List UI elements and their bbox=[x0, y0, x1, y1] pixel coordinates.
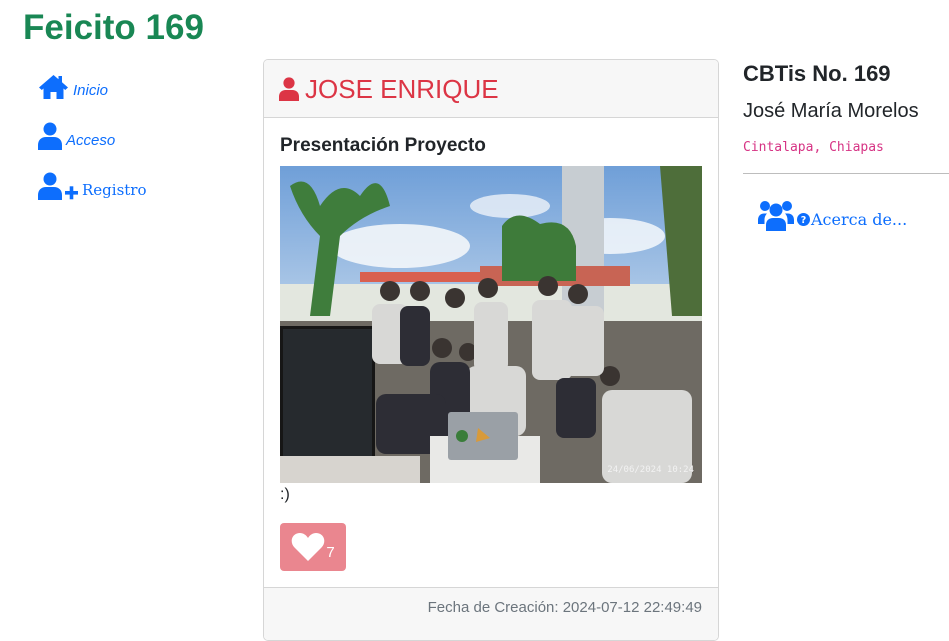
post-caption: :) bbox=[280, 486, 290, 503]
post-header: JOSE ENRIQUE bbox=[264, 60, 718, 118]
svg-text:?: ? bbox=[801, 215, 807, 226]
school-acronym: CBTis No. 169 bbox=[743, 61, 891, 86]
photo-timestamp: 24/06/2024 10:24 bbox=[607, 465, 694, 475]
nav-item-inicio[interactable]: Inicio bbox=[38, 70, 147, 100]
nav-label-registro: Registro bbox=[82, 181, 147, 199]
site-title: Feicito 169 bbox=[23, 8, 204, 47]
school-name: José María Morelos bbox=[743, 100, 919, 122]
post-card: JOSE ENRIQUE Presentación Proyecto 24/06… bbox=[263, 59, 719, 641]
nav-item-registro[interactable]: Registro bbox=[38, 170, 147, 200]
post-footer: Fecha de Creación: 2024-07-12 22:49:49 bbox=[264, 587, 718, 640]
user-icon bbox=[38, 122, 62, 150]
nav-label-acceso: Acceso bbox=[66, 132, 116, 149]
like-button[interactable]: 7 bbox=[280, 523, 346, 571]
nav-item-acceso[interactable]: Acceso bbox=[38, 120, 147, 150]
sidebar-nav: Inicio Acceso Registro bbox=[38, 70, 147, 220]
about-link[interactable]: ? Acerca de... bbox=[758, 198, 949, 231]
post-author: JOSE ENRIQUE bbox=[305, 73, 499, 104]
like-count: 7 bbox=[326, 543, 335, 561]
school-city: Cintalapa, Chiapas bbox=[743, 140, 884, 155]
heart-icon bbox=[292, 533, 325, 561]
post-title: Presentación Proyecto bbox=[280, 135, 486, 156]
post-photo: 24/06/2024 10:24 bbox=[280, 166, 702, 483]
post-created-date: Fecha de Creación: 2024-07-12 22:49:49 bbox=[427, 599, 702, 616]
about-label: Acerca de... bbox=[811, 210, 908, 229]
user-icon bbox=[279, 76, 299, 101]
home-icon bbox=[39, 75, 68, 99]
divider bbox=[743, 173, 949, 174]
school-aside: CBTis No. 169 José María Morelos Cintala… bbox=[743, 60, 949, 231]
question-circle-icon: ? bbox=[797, 213, 810, 226]
user-plus-icon bbox=[38, 172, 78, 200]
nav-label-inicio: Inicio bbox=[73, 82, 109, 99]
users-icon bbox=[758, 201, 794, 231]
